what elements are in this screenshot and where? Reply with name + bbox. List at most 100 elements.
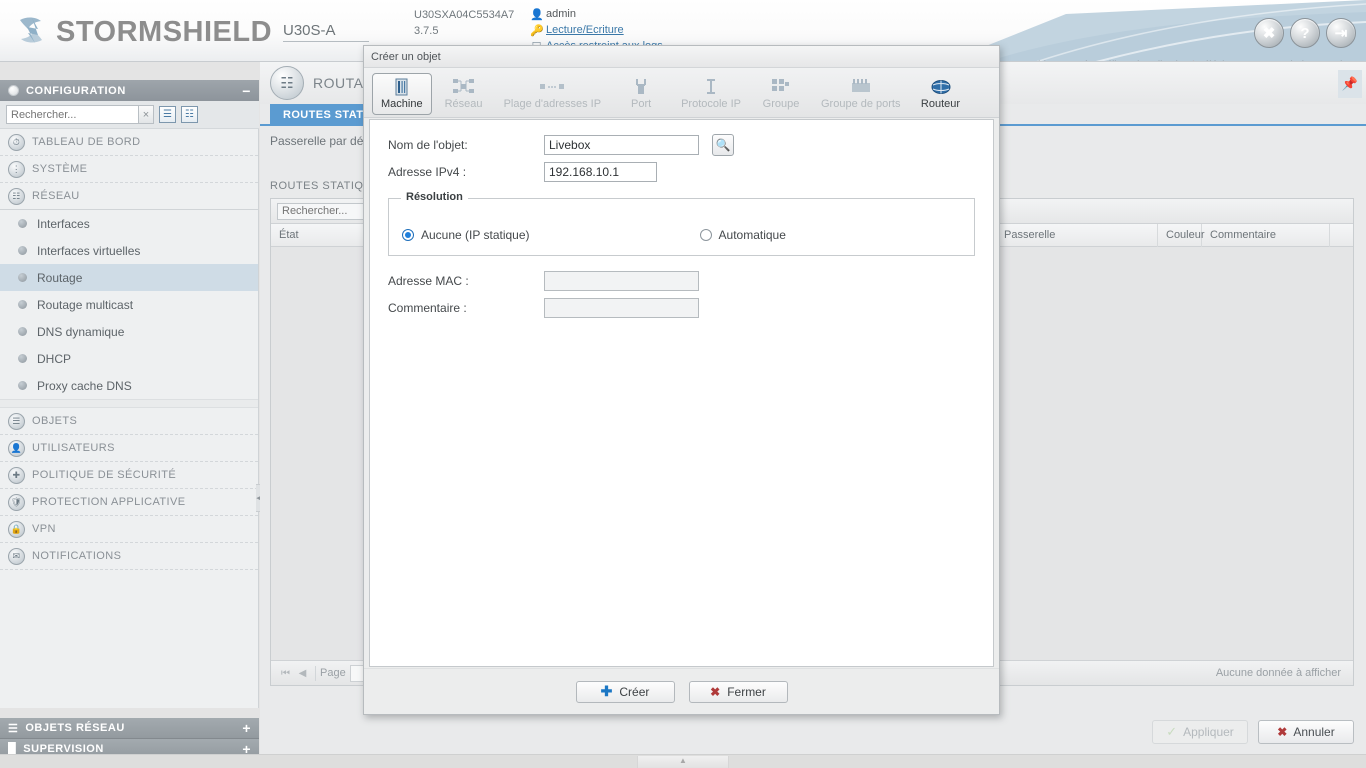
resize-grip[interactable]: ▲ [637, 756, 729, 768]
iprange-icon [540, 77, 565, 96]
mac-label: Adresse MAC : [388, 274, 469, 288]
sidebar-item-interfaces[interactable]: Interfaces [0, 210, 258, 237]
comment-label: Commentaire : [388, 301, 467, 315]
sidebar-sublabel: Interfaces [37, 216, 90, 231]
sidebar-menu: ⏱ TABLEAU DE BORD ⋮ SYSTÈME ☷ RÉSEAU Int… [0, 129, 258, 708]
comment-input[interactable] [544, 298, 699, 318]
tab-port[interactable]: Port [613, 73, 669, 115]
create-label: Créer [619, 684, 650, 699]
routing-icon: ☷ [270, 66, 304, 100]
tab-machine[interactable]: Machine [372, 73, 432, 115]
sidebar-item-dynamic-dns[interactable]: DNS dynamique [0, 318, 258, 345]
tab-label: Groupe de ports [821, 98, 901, 110]
close-button[interactable]: ✖ Fermer [688, 680, 788, 703]
sidebar-label: SYSTÈME [32, 163, 88, 175]
sidebar-divider [0, 399, 258, 408]
stormshield-logo [14, 14, 50, 48]
name-label: Nom de l'objet: [388, 138, 468, 152]
sidebar-header[interactable]: CONFIGURATION − [0, 80, 259, 101]
dialog-body: Nom de l'objet: Livebox 🔍 Adresse IPv4 :… [369, 119, 994, 667]
sidebar-item-network[interactable]: ☷ RÉSEAU [0, 183, 258, 210]
sidebar-item-vpn[interactable]: 🔒 VPN [0, 516, 258, 543]
radio-static-ip-label: Aucune (IP statique) [421, 228, 530, 242]
object-name-input[interactable]: Livebox [544, 135, 699, 155]
shield-plus-icon: ✚ [8, 466, 25, 484]
resolution-options: Aucune (IP statique) Automatique [402, 228, 786, 242]
clear-search-icon[interactable]: × [139, 105, 154, 124]
apply-label: Appliquer [1183, 725, 1234, 739]
tab-label: Machine [381, 98, 423, 110]
key-icon: 🔑 [530, 25, 544, 37]
radio-static-ip[interactable] [402, 229, 414, 241]
network-icon: ☷ [8, 187, 25, 205]
sidebar-search-row: × ☰ ☷ [0, 101, 259, 129]
plus-icon: ✚ [600, 683, 613, 699]
header-icon-group: ✖ ? ⇥ [1254, 18, 1356, 48]
tab-reseau[interactable]: Réseau [436, 73, 492, 115]
tab-groupe-de-ports[interactable]: Groupe de ports [813, 73, 909, 115]
tab-routeur[interactable]: Routeur [913, 73, 969, 115]
sidebar-sublabel: Proxy cache DNS [37, 378, 132, 393]
no-data-label: Aucune donnée à afficher [1215, 667, 1341, 679]
privilege-link[interactable]: Lecture/Ecriture [546, 24, 624, 36]
column-header-passerelle[interactable]: Passerelle [996, 223, 1158, 247]
database-icon: ☰ [8, 722, 19, 735]
sidebar-item-dhcp[interactable]: DHCP [0, 345, 258, 372]
tab-groupe[interactable]: Groupe [753, 73, 809, 115]
panel-network-objects[interactable]: ☰ OBJETS RÉSEAU + [0, 718, 259, 739]
dialog-tab-bar: Machine Réseau Plage d'adresses IP Port [364, 68, 999, 118]
mac-address-input[interactable] [544, 271, 699, 291]
sidebar-item-virtual-interfaces[interactable]: Interfaces virtuelles [0, 237, 258, 264]
sidebar-item-objects[interactable]: ☰ OBJETS [0, 408, 258, 435]
sidebar-item-dashboard[interactable]: ⏱ TABLEAU DE BORD [0, 129, 258, 156]
port-icon [635, 77, 647, 96]
sidebar-sublabel: Routage multicast [37, 297, 134, 312]
bullet-icon [18, 354, 27, 363]
resolution-fieldset: Résolution Aucune (IP statique) Automati… [388, 191, 975, 256]
sidebar-title: CONFIGURATION [26, 84, 126, 97]
bullet-icon [18, 327, 27, 336]
sidebar-item-routing[interactable]: Routage [0, 264, 258, 291]
sidebar-item-application-protection[interactable]: 🛡 PROTECTION APPLICATIVE [0, 489, 258, 516]
ipv4-address-input[interactable]: 192.168.10.1 [544, 162, 657, 182]
sidebar-sublabel: Interfaces virtuelles [37, 243, 141, 258]
tab-label: Réseau [444, 98, 483, 110]
expand-all-icon[interactable]: ☰ [159, 106, 176, 123]
tab-protocole-ip[interactable]: Protocole IP [673, 73, 749, 115]
logout-icon[interactable]: ⇥ [1326, 18, 1356, 48]
column-header-couleur[interactable]: Couleur [1158, 223, 1205, 247]
serial-number: U30SXA04C5534A7 [414, 9, 515, 21]
apply-button[interactable]: ✓ Appliquer [1152, 720, 1248, 744]
collapse-icon[interactable]: − [242, 84, 251, 98]
first-page-icon[interactable]: ⏮ [277, 668, 294, 679]
collapse-all-icon[interactable]: ☷ [181, 106, 198, 123]
pin-icon[interactable]: 📌 [1338, 70, 1362, 98]
help-icon[interactable]: ? [1290, 18, 1320, 48]
user-icon: 👤 [8, 439, 25, 457]
prev-page-icon[interactable]: ◀ [294, 668, 311, 679]
object-form-extra: Adresse MAC : Commentaire : [388, 268, 975, 322]
tab-label: Protocole IP [681, 98, 741, 110]
sidebar-item-dns-cache-proxy[interactable]: Proxy cache DNS [0, 372, 258, 399]
sidebar-item-system[interactable]: ⋮ SYSTÈME [0, 156, 258, 183]
sidebar-label: TABLEAU DE BORD [32, 136, 141, 148]
user-name: admin [546, 8, 576, 20]
wrench-icon[interactable]: ✖ [1254, 18, 1284, 48]
tab-plage-adresses-ip[interactable]: Plage d'adresses IP [496, 73, 610, 115]
sidebar-item-security-policy[interactable]: ✚ POLITIQUE DE SÉCURITÉ [0, 462, 258, 489]
column-header-commentaire[interactable]: Commentaire [1202, 223, 1330, 247]
sidebar-item-notifications[interactable]: ✉ NOTIFICATIONS [0, 543, 258, 570]
create-object-dialog: Créer un objet Machine Réseau Plage d'ad… [363, 45, 1000, 715]
magnifier-icon[interactable]: 🔍 [712, 134, 734, 156]
sidebar-item-users[interactable]: 👤 UTILISATEURS [0, 435, 258, 462]
create-button[interactable]: ✚ Créer [575, 680, 675, 703]
expand-icon[interactable]: + [242, 720, 251, 736]
sidebar-item-multicast-routing[interactable]: Routage multicast [0, 291, 258, 318]
radio-automatic[interactable] [699, 229, 712, 241]
form-row-mac: Adresse MAC : [388, 268, 975, 294]
sidebar-label: VPN [32, 523, 56, 535]
search-input[interactable] [6, 105, 139, 124]
database-icon: ☰ [8, 412, 25, 430]
dashboard-icon: ⏱ [8, 133, 25, 151]
cancel-button[interactable]: ✖ Annuler [1258, 720, 1354, 744]
